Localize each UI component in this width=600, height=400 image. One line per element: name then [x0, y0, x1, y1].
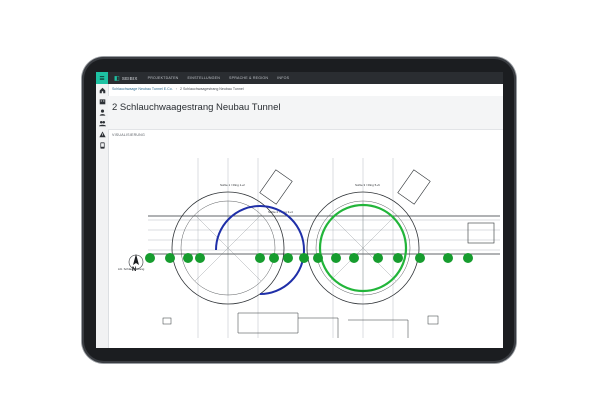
sensor-dot[interactable] — [331, 253, 341, 263]
sensor-dot[interactable] — [463, 253, 473, 263]
app-screen: ≡ ◧ SEIBIX PROJEKTDATEN EINSTELLUNGEN SP… — [96, 72, 503, 348]
page-title: 2 Schlauchwaagestrang Neubau Tunnel — [112, 102, 281, 113]
title-bar: 2 Schlauchwaagestrang Neubau Tunnel — [108, 96, 503, 130]
breadcrumb: Schlauchwaage Neubau Tunnel E.Co. › 2 Sc… — [112, 87, 244, 91]
building-icon[interactable] — [99, 98, 106, 105]
sensor-dot[interactable] — [283, 253, 293, 263]
shaft-spokes — [194, 201, 397, 295]
nav-item-sprache[interactable]: SPRACHE & REGION — [229, 76, 268, 80]
sensor-dot[interactable] — [299, 253, 309, 263]
logo-icon: ◧ — [114, 75, 120, 82]
top-nav: PROJEKTDATEN EINSTELLUNGEN SPRACHE & REG… — [148, 76, 290, 80]
breadcrumb-separator: › — [175, 87, 177, 91]
brand-name: SEIBIX — [121, 75, 138, 81]
nav-item-einstellungen[interactable]: EINSTELLUNGEN — [187, 76, 220, 80]
user-icon[interactable] — [99, 109, 106, 116]
drawing-grid — [148, 158, 500, 338]
tunnel-walls — [148, 191, 500, 305]
sensor-dot[interactable] — [393, 253, 403, 263]
home-icon[interactable] — [99, 87, 106, 94]
sensor-dot[interactable] — [195, 253, 205, 263]
top-bar: ≡ ◧ SEIBIX PROJEKTDATEN EINSTELLUNGEN SP… — [96, 72, 503, 84]
tunnel-drawing: Sohle 1 / Ring 1+2 Sohle 2 / Ring 3+4 So… — [118, 158, 500, 338]
sensor-dot[interactable] — [255, 253, 265, 263]
section-label: VISUALISIERUNG — [112, 133, 145, 137]
sensor-dot[interactable] — [183, 253, 193, 263]
device-icon[interactable] — [99, 142, 106, 149]
section-label-1: Sohle 1 / Ring 1+2 — [220, 183, 245, 187]
section-label-3: Sohle 3 / Ring 5+6 — [355, 183, 380, 187]
sensor-dot[interactable] — [373, 253, 383, 263]
menu-icon[interactable]: ≡ — [96, 72, 108, 84]
nav-item-infos[interactable]: INFOS — [277, 76, 289, 80]
sensor-dot[interactable] — [269, 253, 279, 263]
sensor-dot[interactable] — [165, 253, 175, 263]
breadcrumb-item-project[interactable]: Schlauchwaage Neubau Tunnel E.Co. — [112, 87, 173, 91]
sensor-dot[interactable] — [349, 253, 359, 263]
sensor-dot[interactable] — [313, 253, 323, 263]
warning-icon[interactable] — [98, 131, 106, 138]
users-icon[interactable] — [98, 120, 106, 127]
sensor-dot[interactable] — [145, 253, 155, 263]
sensor-dot[interactable] — [443, 253, 453, 263]
lower-structures — [162, 312, 439, 338]
sensor-dot[interactable] — [415, 253, 425, 263]
nav-item-projektdaten[interactable]: PROJEKTDATEN — [148, 76, 179, 80]
brand: ◧ SEIBIX — [114, 75, 138, 82]
breadcrumb-item-current: 2 Schlauchwaagestrang Neubau Tunnel — [179, 87, 244, 91]
legend-label: Lbl. Schlauchstrang — [118, 267, 145, 271]
